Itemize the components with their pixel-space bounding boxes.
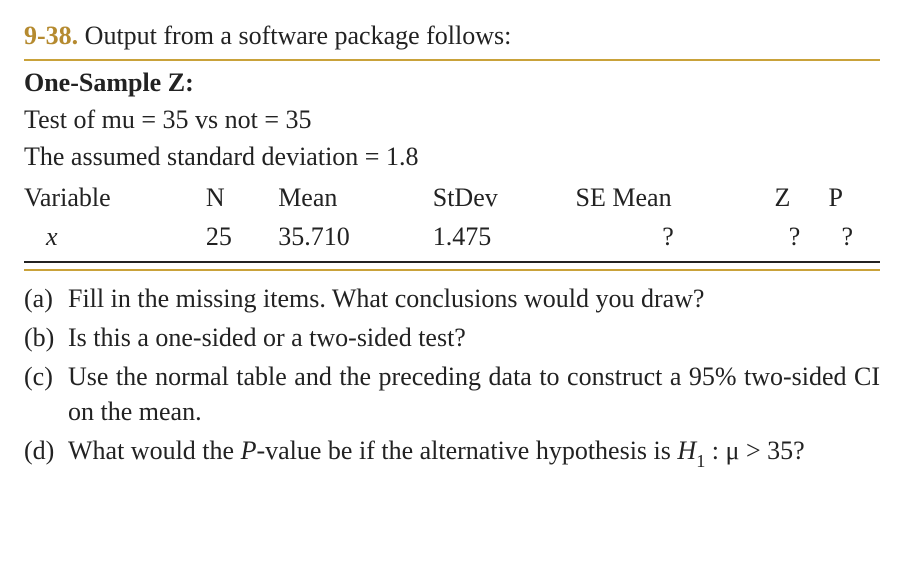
col-variable: Variable (24, 178, 206, 217)
col-p: P (828, 178, 880, 217)
question-b: (b) Is this a one-sided or a two-sided t… (24, 320, 880, 355)
mid-black-rule (24, 261, 880, 263)
bottom-gold-rule (24, 269, 880, 271)
problem-intro: 9-38. Output from a software package fol… (24, 18, 880, 53)
col-mean: Mean (278, 178, 433, 217)
question-a: (a) Fill in the missing items. What conc… (24, 281, 880, 316)
hyp-rest: : μ > 35? (705, 436, 804, 465)
cell-stdev: 1.475 (433, 217, 576, 256)
hypothesis-line: Test of mu = 35 vs not = 35 (24, 102, 880, 137)
table-row: x 25 35.710 1.475 ? ? ? (24, 217, 880, 256)
cell-z: ? (774, 217, 828, 256)
table-header-row: Variable N Mean StDev SE Mean Z P (24, 178, 880, 217)
questions-list: (a) Fill in the missing items. What conc… (24, 281, 880, 472)
pvalue-P: P (241, 436, 257, 465)
stats-table: Variable N Mean StDev SE Mean Z P x 25 3… (24, 178, 880, 256)
question-d-prefix: What would the (68, 436, 241, 465)
question-d-middle: -value be if the alternative hypothesis … (256, 436, 677, 465)
question-a-text: Fill in the missing items. What conclusi… (68, 281, 880, 316)
problem-number: 9-38. (24, 21, 78, 50)
cell-mean: 35.710 (278, 217, 433, 256)
question-a-label: (a) (24, 281, 68, 316)
cell-se-mean: ? (576, 217, 775, 256)
top-gold-rule (24, 59, 880, 61)
question-c: (c) Use the normal table and the precedi… (24, 359, 880, 429)
cell-variable: x (24, 217, 206, 256)
col-se-mean: SE Mean (576, 178, 775, 217)
col-z: Z (774, 178, 828, 217)
question-b-text: Is this a one-sided or a two-sided test? (68, 320, 880, 355)
output-title: One-Sample Z: (24, 65, 880, 100)
col-n: N (206, 178, 278, 217)
question-d: (d) What would the P-value be if the alt… (24, 433, 880, 472)
cell-p: ? (828, 217, 880, 256)
question-d-text: What would the P-value be if the alterna… (68, 433, 880, 472)
question-b-label: (b) (24, 320, 68, 355)
cell-n: 25 (206, 217, 278, 256)
assumed-sd-line: The assumed standard deviation = 1.8 (24, 139, 880, 174)
question-c-text: Use the normal table and the preceding d… (68, 359, 880, 429)
col-stdev: StDev (433, 178, 576, 217)
hyp-sub: 1 (696, 451, 705, 471)
hyp-H: H (677, 436, 696, 465)
question-c-label: (c) (24, 359, 68, 429)
question-d-label: (d) (24, 433, 68, 472)
intro-text: Output from a software package follows: (85, 21, 512, 50)
